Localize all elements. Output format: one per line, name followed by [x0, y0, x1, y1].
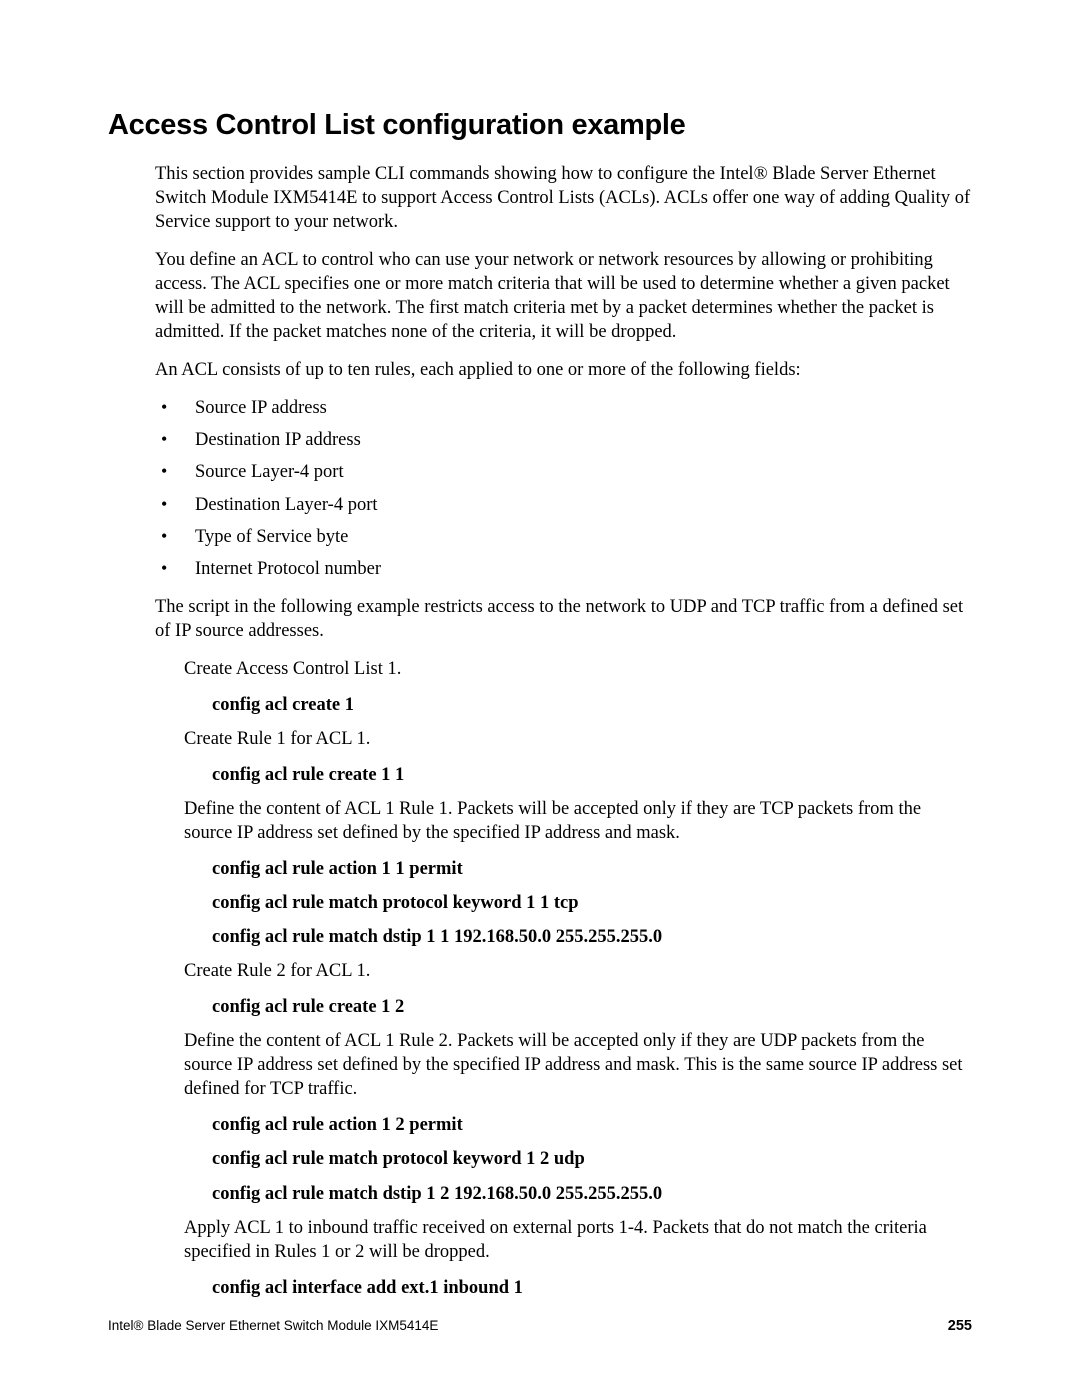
list-item: Internet Protocol number	[161, 557, 972, 581]
list-item: Destination IP address	[161, 428, 972, 452]
list-item: Source IP address	[161, 396, 972, 420]
step-define-rule2: Define the content of ACL 1 Rule 2. Pack…	[184, 1029, 972, 1101]
step-create-rule2: Create Rule 2 for ACL 1.	[184, 959, 972, 983]
command-line: config acl rule match protocol keyword 1…	[212, 891, 972, 915]
footer-product-name: Intel® Blade Server Ethernet Switch Modu…	[108, 1318, 438, 1333]
command-line: config acl rule match dstip 1 1 192.168.…	[212, 925, 972, 949]
step-define-rule1: Define the content of ACL 1 Rule 1. Pack…	[184, 797, 972, 845]
intro-paragraph-2: You define an ACL to control who can use…	[155, 248, 972, 344]
page-footer: Intel® Blade Server Ethernet Switch Modu…	[108, 1318, 972, 1334]
list-item: Source Layer-4 port	[161, 460, 972, 484]
command-line: config acl create 1	[212, 693, 972, 717]
page-title: Access Control List configuration exampl…	[108, 109, 972, 142]
page-container: Access Control List configuration exampl…	[0, 0, 1080, 1397]
intro-paragraph-1: This section provides sample CLI command…	[155, 162, 972, 234]
list-item: Destination Layer-4 port	[161, 493, 972, 517]
step-apply-acl: Apply ACL 1 to inbound traffic received …	[184, 1216, 972, 1264]
footer-page-number: 255	[948, 1318, 972, 1334]
fields-list: Source IP address Destination IP address…	[161, 396, 972, 580]
fields-intro: An ACL consists of up to ten rules, each…	[155, 358, 972, 382]
script-intro: The script in the following example rest…	[155, 595, 972, 643]
command-line: config acl interface add ext.1 inbound 1	[212, 1276, 972, 1300]
list-item: Type of Service byte	[161, 525, 972, 549]
command-line: config acl rule match protocol keyword 1…	[212, 1147, 972, 1171]
command-line: config acl rule action 1 2 permit	[212, 1113, 972, 1137]
command-line: config acl rule create 1 1	[212, 763, 972, 787]
step-create-acl: Create Access Control List 1.	[184, 657, 972, 681]
command-line: config acl rule action 1 1 permit	[212, 857, 972, 881]
command-line: config acl rule match dstip 1 2 192.168.…	[212, 1182, 972, 1206]
step-create-rule1: Create Rule 1 for ACL 1.	[184, 727, 972, 751]
command-line: config acl rule create 1 2	[212, 995, 972, 1019]
